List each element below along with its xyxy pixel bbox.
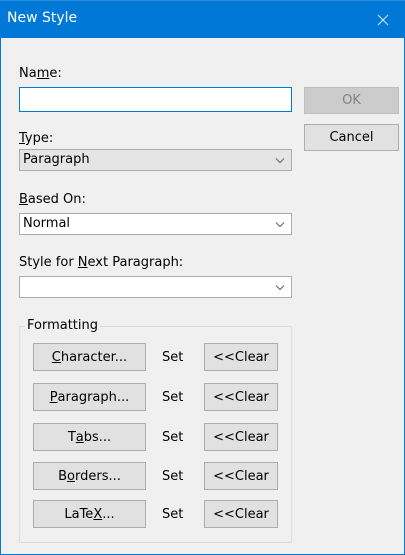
cancel-button[interactable]: Cancel [304,124,399,151]
tabs-clear-button[interactable]: <<Clear [204,423,278,451]
paragraph-clear-button[interactable]: <<Clear [204,383,278,411]
borders-set-label: Set [162,469,184,484]
next-paragraph-dropdown[interactable] [19,276,292,298]
next-paragraph-label: Style for Next Paragraph: [19,255,184,270]
title-bar: New Style [0,0,405,38]
ok-button[interactable]: OK [304,87,399,114]
type-value: Paragraph [23,152,90,167]
paragraph-button[interactable]: Paragraph... [33,383,146,411]
latex-clear-button[interactable]: <<Clear [204,500,278,528]
tabs-button[interactable]: Ta bs... [33,423,146,451]
type-dropdown[interactable]: Paragraph [19,149,292,171]
based-on-dropdown[interactable]: Normal [19,213,292,235]
type-label: Type: [19,131,54,146]
chevron-down-icon [275,222,285,228]
name-input[interactable] [19,87,292,112]
borders-button[interactable]: Bo rders... [33,462,146,490]
tabs-set-label: Set [162,430,184,445]
chevron-down-icon [275,158,285,164]
based-on-label: Based On: [19,192,86,207]
character-clear-button[interactable]: <<Clear [204,343,278,371]
paragraph-set-label: Set [162,390,184,405]
based-on-value: Normal [23,216,71,231]
window-title: New Style [7,10,78,26]
borders-clear-button[interactable]: <<Clear [204,462,278,490]
latex-button[interactable]: LaTe X... [33,500,146,528]
formatting-legend: Formatting [25,318,101,333]
name-label: Name: [19,66,62,81]
character-button[interactable]: Character... [33,343,146,371]
chevron-down-icon [275,285,285,291]
close-icon[interactable] [361,1,405,38]
character-set-label: Set [162,350,184,365]
latex-set-label: Set [162,507,184,522]
